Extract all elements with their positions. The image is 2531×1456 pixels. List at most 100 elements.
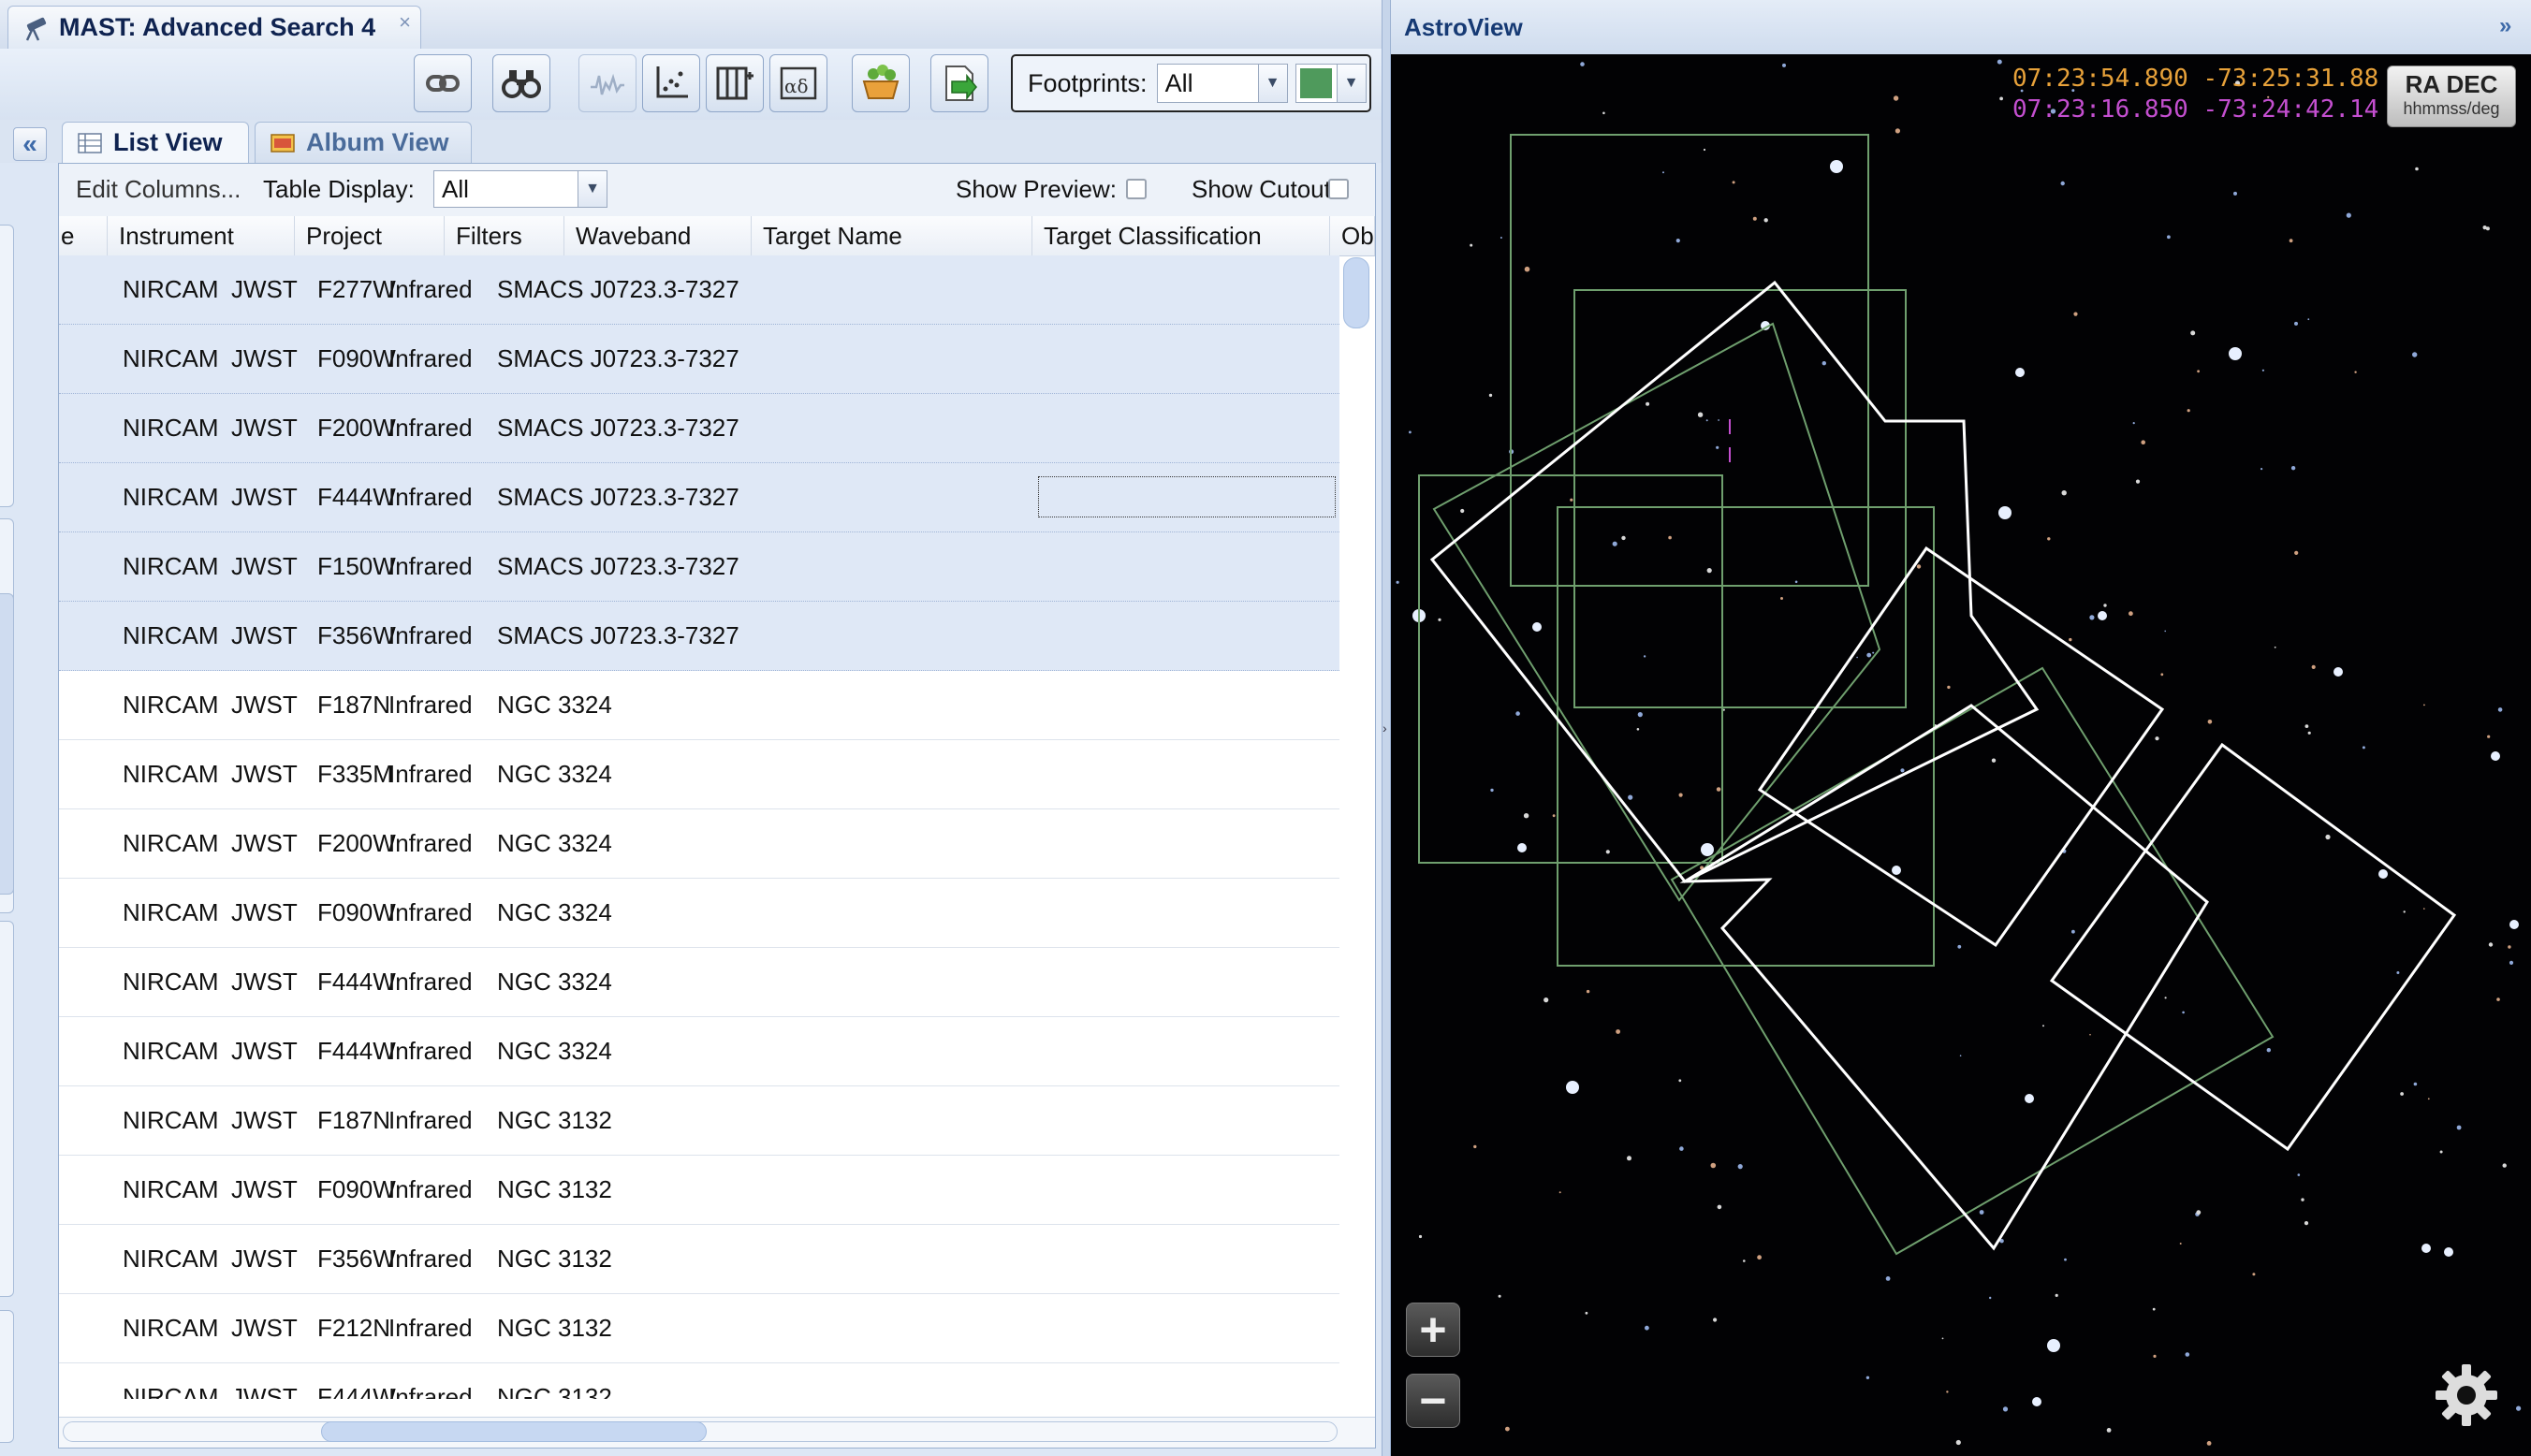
coordinate-format-button[interactable]: RA DEC hhmmss/deg	[2387, 66, 2516, 127]
table-row[interactable]: NIRCAM JWST F187N Infrared NGC 3324	[59, 671, 1339, 740]
table-row[interactable]: NIRCAM JWST F356W Infrared NGC 3132	[59, 1225, 1339, 1294]
star	[1675, 239, 1680, 243]
table-row[interactable]: NIRCAM JWST F187N Infrared NGC 3132	[59, 1086, 1339, 1156]
spectrum-button[interactable]	[578, 54, 636, 112]
footprint[interactable]	[2049, 742, 2457, 1152]
table-row[interactable]: NIRCAM JWST F444W Infrared SMACS J0723.3-732…	[59, 463, 1339, 532]
cell-target-name: SMACS J0723.3-7327	[497, 414, 739, 442]
zoom-out-button[interactable]: −	[1406, 1374, 1460, 1428]
cell-instrument: NIRCAM	[123, 552, 219, 580]
table-row[interactable]: NIRCAM JWST F444W Infrared NGC 3324	[59, 948, 1339, 1017]
table-row[interactable]: NIRCAM JWST F200W Infrared NGC 3324	[59, 809, 1339, 879]
table-row[interactable]: NIRCAM JWST F200W Infrared SMACS J0723.3-732…	[59, 394, 1339, 463]
star	[2229, 347, 2242, 360]
column-header-observation[interactable]: Ob	[1330, 216, 1375, 255]
star	[1946, 1390, 1949, 1393]
cell-filters: F200W	[317, 829, 396, 857]
tab-album-view[interactable]: Album View	[255, 122, 472, 163]
star	[2346, 212, 2351, 218]
footprint[interactable]	[1429, 280, 2040, 883]
column-header-waveband[interactable]: Waveband	[564, 216, 752, 255]
cell-project: JWST	[231, 483, 298, 511]
download-button[interactable]	[930, 54, 988, 112]
table-row[interactable]: NIRCAM JWST F212N Infrared NGC 3132	[59, 1294, 1339, 1363]
cell-instrument: NIRCAM	[123, 1037, 219, 1065]
footprint[interactable]	[1432, 322, 1881, 902]
star	[1780, 597, 1783, 600]
show-preview-checkbox[interactable]	[1126, 179, 1147, 199]
footprint[interactable]	[1670, 666, 2275, 1256]
column-header-target-classification[interactable]: Target Classification	[1032, 216, 1330, 255]
edit-columns-button[interactable]: Edit Columns...	[76, 175, 241, 204]
star	[2444, 1247, 2453, 1257]
plot-button[interactable]	[642, 54, 700, 112]
footprints-select[interactable]: All ▼	[1156, 64, 1288, 103]
star	[1959, 1055, 1962, 1056]
cell-target-classification-focused[interactable]	[1038, 476, 1336, 517]
side-panel-box	[0, 1310, 14, 1443]
chevron-down-icon[interactable]: ▼	[1257, 65, 1287, 102]
collapse-left-button[interactable]: «	[13, 127, 47, 161]
table-row[interactable]: NIRCAM JWST F090W Infrared NGC 3132	[59, 1156, 1339, 1225]
cell-instrument: NIRCAM	[123, 275, 219, 303]
chevron-right-icon[interactable]: ›	[1383, 721, 1387, 735]
chevron-down-icon[interactable]: ▼	[1336, 65, 1366, 102]
table-row[interactable]: NIRCAM JWST F444W Infrared NGC 3324	[59, 1017, 1339, 1086]
basket-button[interactable]	[852, 54, 910, 112]
chevron-down-icon[interactable]: ▼	[578, 171, 607, 207]
binoculars-button[interactable]	[492, 54, 550, 112]
table-row[interactable]: NIRCAM JWST F090W Infrared NGC 3324	[59, 879, 1339, 948]
columns-button[interactable]	[706, 54, 764, 112]
alpha-delta-button[interactable]: αδ	[769, 54, 827, 112]
collapsed-side-panel	[0, 163, 56, 1449]
star	[2155, 736, 2159, 741]
vertical-scrollbar[interactable]	[1341, 255, 1369, 1399]
column-header-project[interactable]: Project	[295, 216, 445, 255]
sky-image[interactable]	[1391, 54, 2531, 1456]
star	[2502, 1163, 2507, 1168]
sky-viewer[interactable]: 07:23:54.890 -73:25:31.88 07:23:16.850 -…	[1391, 54, 2531, 1456]
star	[1409, 430, 1412, 434]
expand-panel-icon[interactable]: »	[2499, 13, 2524, 38]
footprint[interactable]	[1573, 289, 1907, 708]
horizontal-scrollbar[interactable]	[59, 1417, 1375, 1448]
star	[1989, 1296, 1992, 1300]
scroll-thumb[interactable]	[1343, 257, 1369, 328]
column-header-filters[interactable]: Filters	[445, 216, 564, 255]
star	[1585, 1311, 1588, 1315]
color-swatch	[1299, 68, 1332, 98]
zoom-in-button[interactable]: +	[1406, 1303, 1460, 1357]
link-button[interactable]	[414, 54, 472, 112]
table-display-select[interactable]: All ▼	[433, 170, 607, 208]
column-header-instrument[interactable]: Instrument	[108, 216, 295, 255]
scroll-thumb[interactable]	[321, 1421, 707, 1442]
side-scroll-thumb[interactable]	[0, 593, 14, 895]
star	[2106, 1428, 2112, 1433]
cell-waveband: Infrared	[388, 483, 473, 511]
star	[2274, 646, 2276, 648]
table-row[interactable]: NIRCAM JWST F356W Infrared SMACS J0723.3-732…	[59, 602, 1339, 671]
panel-splitter[interactable]: ›	[1382, 0, 1391, 1456]
table-row[interactable]: NIRCAM JWST F090W Infrared SMACS J0723.3-732…	[59, 325, 1339, 394]
close-tab-icon[interactable]: ×	[399, 10, 411, 35]
footprint-overlay-green[interactable]	[1418, 134, 2275, 1256]
column-header-target-name[interactable]: Target Name	[752, 216, 1032, 255]
footprint-overlay-white[interactable]	[1429, 280, 2457, 1251]
cell-waveband: Infrared	[388, 760, 473, 788]
table-row[interactable]: NIRCAM JWST F150W Infrared SMACS J0723.3-732…	[59, 532, 1339, 602]
star	[1955, 1439, 1961, 1446]
footprint-color-picker[interactable]: ▼	[1295, 64, 1367, 103]
footprint[interactable]	[1510, 134, 1869, 587]
show-cutout-checkbox[interactable]	[1328, 179, 1349, 199]
star	[1885, 1276, 1891, 1281]
star	[2400, 1092, 2404, 1096]
tab-list-view[interactable]: List View	[62, 122, 249, 163]
gear-icon[interactable]	[2432, 1361, 2501, 1430]
footprint[interactable]	[1557, 506, 1935, 967]
tab-advanced-search[interactable]: MAST: Advanced Search 4 ×	[7, 6, 421, 49]
star	[2132, 422, 2135, 425]
table-row[interactable]: NIRCAM JWST F277W Infrared SMACS J0723.3-732…	[59, 255, 1339, 325]
column-header[interactable]: e	[59, 216, 108, 255]
table-row[interactable]: NIRCAM JWST F335M Infrared NGC 3324	[59, 740, 1339, 809]
table-row[interactable]: NIRCAM JWST F444W Infrared NGC 3132	[59, 1363, 1339, 1399]
